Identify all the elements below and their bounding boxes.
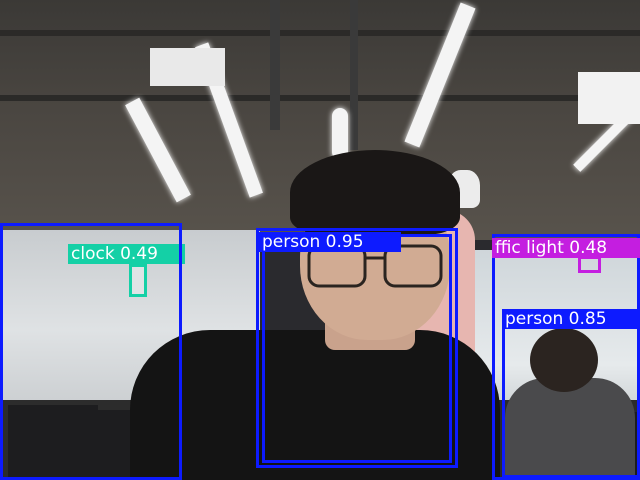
ceiling-pipe [350,0,358,150]
person-main-detection-label: person 0.95 [259,232,401,252]
person-detection-box-right-inner [502,326,640,478]
person-detection-box-left [0,223,182,480]
ceiling-projector [578,72,640,124]
traffic-light-detection-box [578,256,601,273]
ceiling-pipe [270,0,280,130]
ceiling-beam [0,30,640,36]
ceiling-light [125,97,191,203]
ceiling-vent [150,48,225,86]
person-detection-box-main-inner [262,234,452,463]
ceiling-light [404,2,476,148]
webcam-frame: clock 0.49 person 0.95 person 0.85 ffic … [0,0,640,480]
traffic-light-detection-label: ffic light 0.48 [492,238,640,258]
ceiling-beam [0,95,640,101]
main-person-hair [290,150,460,235]
person-right-detection-label: person 0.85 [502,309,640,329]
